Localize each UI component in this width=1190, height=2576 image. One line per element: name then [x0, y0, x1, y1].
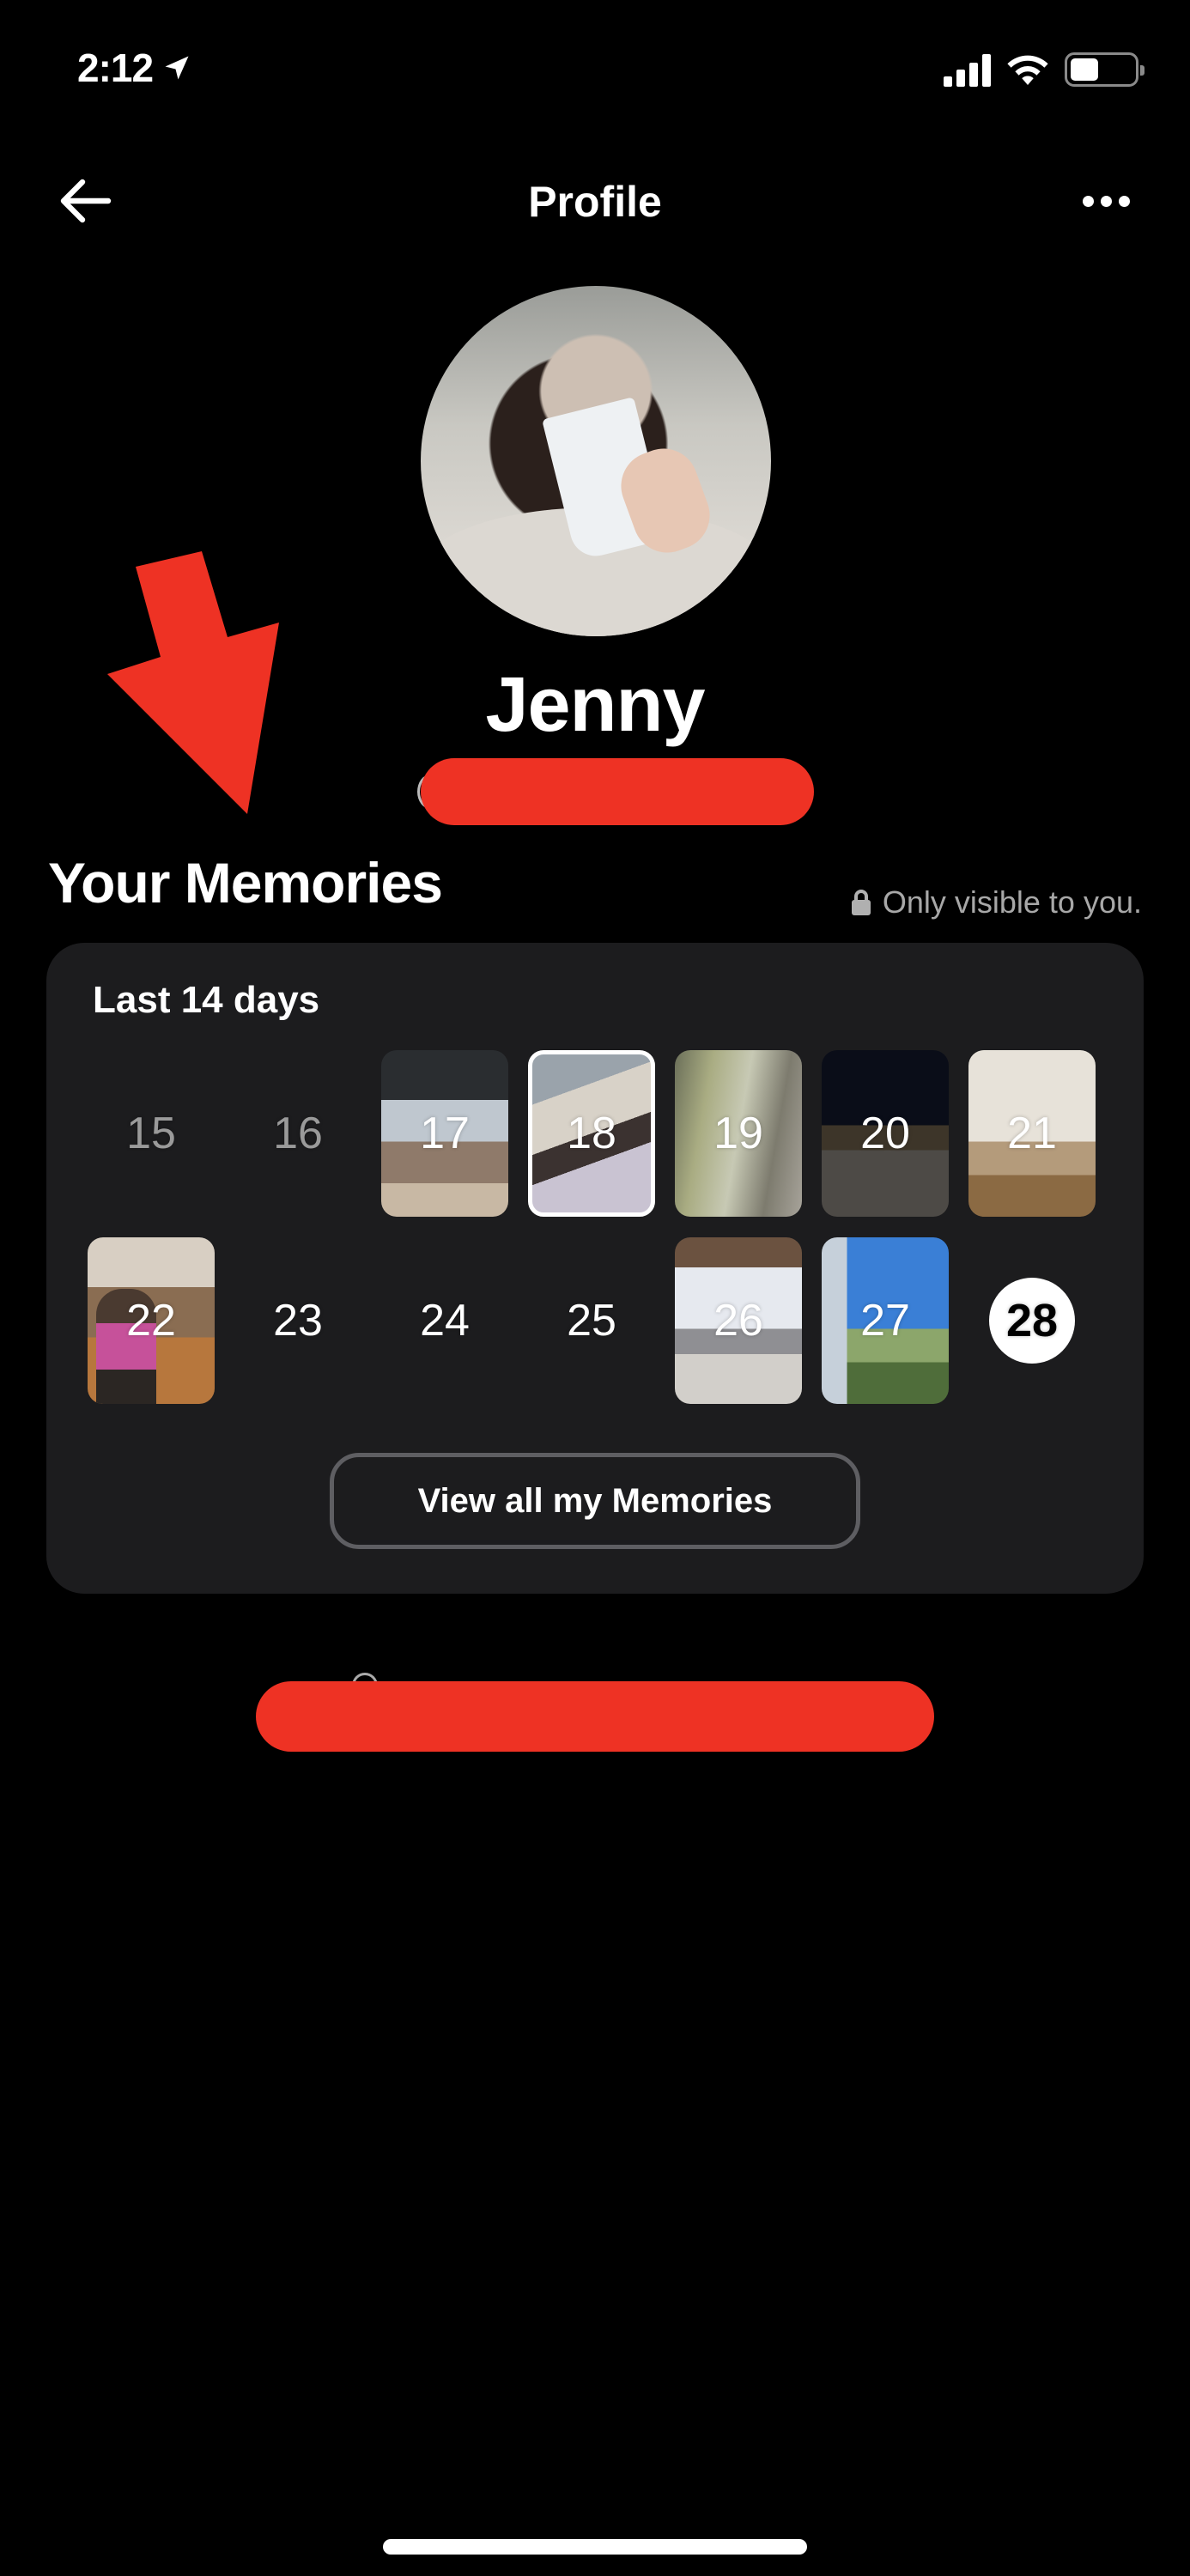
- day-tile-photo[interactable]: 19: [675, 1050, 802, 1217]
- day-number: 26: [713, 1296, 763, 1346]
- day-tile-photo[interactable]: 22: [88, 1237, 215, 1404]
- page-title: Profile: [528, 178, 662, 226]
- visibility-note: Only visible to you.: [851, 884, 1142, 920]
- annotation-arrow-icon: [107, 551, 279, 814]
- status-bar-time: 2:12: [77, 45, 192, 91]
- cellular-signal-icon: [944, 52, 991, 87]
- more-options-button[interactable]: [1078, 185, 1133, 216]
- day-tile-today[interactable]: 28: [968, 1237, 1096, 1404]
- day-number: 23: [273, 1296, 323, 1346]
- day-number: 21: [1007, 1109, 1057, 1158]
- avatar[interactable]: [421, 286, 771, 636]
- day-tile-photo-selected[interactable]: 18: [528, 1050, 655, 1217]
- home-indicator[interactable]: [383, 2539, 807, 2555]
- view-all-memories-button[interactable]: View all my Memories: [330, 1453, 860, 1549]
- day-tile-photo[interactable]: 17: [381, 1050, 508, 1217]
- location-arrow-icon: [165, 56, 189, 80]
- ellipsis-icon-dot: [1082, 195, 1094, 207]
- day-tile: 16: [234, 1050, 361, 1217]
- day-tile: 23: [234, 1237, 361, 1404]
- day-number: 24: [420, 1296, 470, 1346]
- status-bar-indicators: [944, 52, 1144, 88]
- visibility-note-text: Only visible to you.: [882, 884, 1142, 920]
- card-label: Last 14 days: [93, 979, 320, 1021]
- day-tile-photo[interactable]: 20: [822, 1050, 949, 1217]
- day-number: 18: [567, 1109, 616, 1158]
- memories-card: Last 14 days 15 16 17 18 19 20 21 22 23 …: [46, 943, 1144, 1594]
- wifi-icon: [1007, 55, 1048, 85]
- day-number: 16: [273, 1109, 323, 1158]
- day-number: 22: [126, 1296, 176, 1346]
- day-number: 25: [567, 1296, 616, 1346]
- redaction-bar-lower: [256, 1681, 934, 1752]
- ellipsis-icon-dot: [1100, 195, 1112, 207]
- nav-bar: Profile: [0, 172, 1190, 232]
- ellipsis-icon-dot: [1118, 195, 1130, 207]
- battery-icon: [1065, 52, 1144, 87]
- redaction-bar-username: [421, 758, 814, 825]
- memories-title: Your Memories: [48, 851, 443, 914]
- day-tile-photo[interactable]: 21: [968, 1050, 1096, 1217]
- lock-icon: [851, 890, 871, 915]
- day-tile: 24: [381, 1237, 508, 1404]
- day-number: 27: [860, 1296, 910, 1346]
- day-tile-photo[interactable]: 27: [822, 1237, 949, 1404]
- clock-text: 2:12: [77, 46, 154, 90]
- day-number: 20: [860, 1109, 910, 1158]
- day-number-today: 28: [989, 1278, 1075, 1364]
- day-number: 19: [713, 1109, 763, 1158]
- day-tile: 15: [88, 1050, 215, 1217]
- memories-calendar-grid: 15 16 17 18 19 20 21 22 23 24 25 26 27 2…: [88, 1050, 1101, 1404]
- day-number: 15: [126, 1109, 176, 1158]
- day-tile-photo[interactable]: 26: [675, 1237, 802, 1404]
- day-number: 17: [420, 1109, 470, 1158]
- day-tile: 25: [528, 1237, 655, 1404]
- battery-level: [1071, 58, 1099, 81]
